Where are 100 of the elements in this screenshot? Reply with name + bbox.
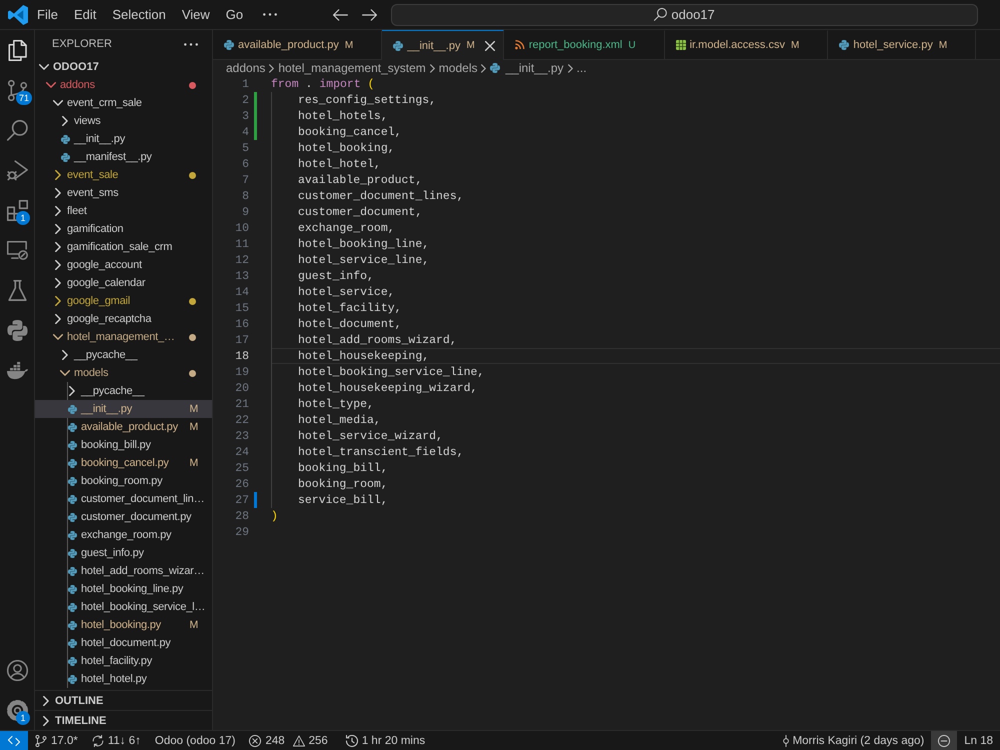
tree-item[interactable]: hotel_hotel.py [35, 670, 212, 688]
blame-button[interactable]: Morris Kagiri (2 days ago) [776, 731, 932, 750]
tree-item[interactable]: booking_cancel.py M [35, 454, 212, 472]
breadcrumb[interactable]: models [438, 61, 478, 75]
folder-header[interactable]: ODOO17 [35, 58, 212, 76]
menu-item[interactable]: File [29, 4, 66, 25]
close-icon [484, 40, 495, 50]
status-item[interactable]: Ln 18 [957, 731, 1000, 750]
python-file-icon [68, 512, 77, 522]
menu-item[interactable]: Go [218, 4, 252, 25]
indicator-button[interactable] [931, 731, 958, 750]
tree-item[interactable]: gamification [35, 220, 212, 238]
line-number: 11 [234, 238, 249, 250]
tree-item[interactable]: hotel_booking_service_l… [35, 598, 212, 616]
editor-tab[interactable]: ir.model.access.csv M [664, 30, 828, 59]
git-status: M [938, 40, 948, 50]
line-number: 6 [241, 158, 249, 170]
command-center[interactable]: odoo17 [391, 4, 978, 26]
tree-item[interactable]: models [35, 364, 212, 382]
tree-item[interactable]: customer_document.py [35, 508, 212, 526]
tree-item[interactable]: hotel_document.py [35, 634, 212, 652]
tree-item[interactable]: google_gmail [35, 292, 212, 310]
tree-item[interactable]: hotel_facility.py [35, 652, 212, 670]
git-status: M [344, 40, 354, 50]
tree-item[interactable]: hotel_add_rooms_wizar… [35, 562, 212, 580]
tree-item[interactable]: views [35, 112, 212, 130]
tree-item[interactable]: hotel_management_… [35, 328, 212, 346]
python-file-icon [224, 40, 234, 50]
line-number: 12 [234, 254, 249, 266]
arrow-left-icon [333, 8, 348, 20]
tree-item[interactable]: event_sms [35, 184, 212, 202]
tree-item[interactable]: __init__.py M [35, 400, 212, 418]
python-file-icon [393, 40, 404, 50]
tree-item[interactable]: hotel_booking.py M [35, 616, 212, 634]
tree-item[interactable]: event_sale [35, 166, 212, 184]
menu-item[interactable]: View [174, 4, 218, 25]
extensions-button[interactable]: 1 [0, 190, 34, 230]
python-file-icon [68, 458, 77, 468]
line-number: 25 [234, 462, 249, 474]
timer-button[interactable]: 1 hr 20 mins [338, 731, 432, 750]
line-number: 21 [234, 398, 249, 410]
chevron-right-icon [481, 64, 486, 72]
status-item[interactable]: Odoo (odoo 17) [148, 731, 242, 750]
tree-item[interactable]: booking_bill.py [35, 436, 212, 454]
line-number: 26 [234, 478, 249, 490]
tree-item[interactable]: fleet [35, 202, 212, 220]
breadcrumb[interactable]: __init__.py [490, 61, 564, 75]
sync-button[interactable]: 11↓ 6↑ [84, 731, 148, 750]
code-line: hotel_type, [298, 398, 374, 410]
manage-button[interactable]: 1 [0, 690, 34, 730]
python-file-icon [61, 134, 70, 144]
tree-item[interactable]: exchange_room.py [35, 526, 212, 544]
tree-item[interactable]: customer_document_lin… [35, 490, 212, 508]
line-number: 16 [234, 318, 249, 330]
line-number: 1 [241, 78, 249, 90]
line-number: 4 [241, 126, 249, 138]
editor-tab[interactable]: __init__.py M [382, 30, 504, 60]
tree-item[interactable]: __init__.py [35, 130, 212, 148]
search-icon [654, 8, 668, 21]
back-button[interactable] [331, 6, 350, 22]
count-badge: 1 [16, 711, 30, 725]
forward-button[interactable] [360, 6, 380, 22]
menu-item[interactable]: Edit [66, 4, 104, 25]
code-line: guest_info, [298, 270, 374, 282]
breadcrumb[interactable]: hotel_management_system [278, 61, 426, 75]
menu-item[interactable]: Selection [104, 4, 174, 25]
whale-icon [6, 360, 28, 380]
python-file-icon [490, 63, 500, 73]
breadcrumb[interactable]: ... [576, 61, 587, 75]
branch-button[interactable]: 17.0* [28, 731, 85, 750]
git-status: M [790, 40, 800, 50]
line-number: 13 [234, 270, 249, 282]
code-line: hotel_media, [298, 414, 381, 426]
code-line: customer_document_lines, [298, 190, 464, 202]
history-icon [346, 734, 358, 746]
circle-minus-icon [938, 734, 950, 746]
code-line: exchange_room, [298, 222, 395, 234]
source-control-button[interactable]: 71 [0, 70, 34, 110]
line-number: 29 [234, 526, 249, 538]
breadcrumb[interactable]: addons [226, 61, 266, 75]
tree-item[interactable]: __pycache__ [35, 346, 212, 364]
tree-item[interactable]: guest_info.py [35, 544, 212, 562]
tree-item[interactable]: available_product.py M [35, 418, 212, 436]
tree-item[interactable]: hotel_booking_line.py [35, 580, 212, 598]
tree-item[interactable]: event_crm_sale [35, 94, 212, 112]
remote-button[interactable] [0, 731, 28, 750]
problems-button[interactable]: 248 256 [242, 731, 339, 750]
tree-item[interactable]: __manifest__.py [35, 148, 212, 166]
section-header[interactable]: OUTLINE [35, 690, 212, 710]
tree-item[interactable]: google_calendar [35, 274, 212, 292]
code-line: hotel_booking_line, [298, 238, 430, 250]
tree-item[interactable]: __pycache__ [35, 382, 212, 400]
tree-item[interactable]: google_account [35, 256, 212, 274]
python-file-icon [68, 404, 77, 414]
git-status: M [189, 457, 198, 469]
tree-item[interactable]: addons [35, 76, 212, 94]
line-number: 19 [234, 366, 249, 378]
tree-item[interactable]: gamification_sale_crm [35, 238, 212, 256]
tree-item[interactable]: booking_room.py [35, 472, 212, 490]
tree-item[interactable]: google_recaptcha [35, 310, 212, 328]
